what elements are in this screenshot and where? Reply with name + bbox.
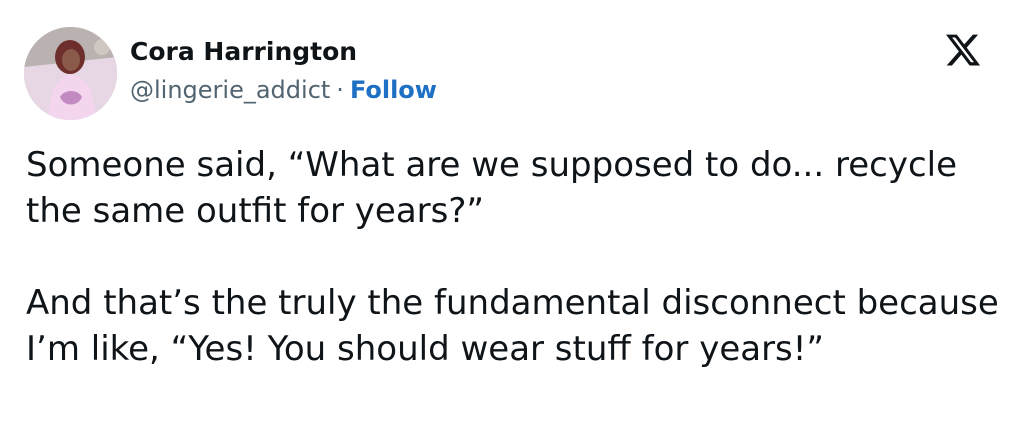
tweet-paragraph: Someone said, “What are we supposed to d… [26,145,957,231]
author-meta: @lingerie_addict · Follow [130,74,437,106]
avatar[interactable] [24,27,117,120]
tweet-paragraph: And that’s the truly the fundamental dis… [26,283,999,369]
follow-button[interactable]: Follow [350,76,437,104]
author-name[interactable]: Cora Harrington [130,36,357,68]
tweet-text: Someone said, “What are we supposed to d… [26,142,1016,372]
x-logo-icon[interactable] [944,31,982,69]
separator-dot: · [336,76,344,104]
avatar-image [24,27,117,120]
author-handle[interactable]: @lingerie_addict [130,76,330,104]
tweet-card: Cora Harrington @lingerie_addict · Follow … [0,0,1028,430]
